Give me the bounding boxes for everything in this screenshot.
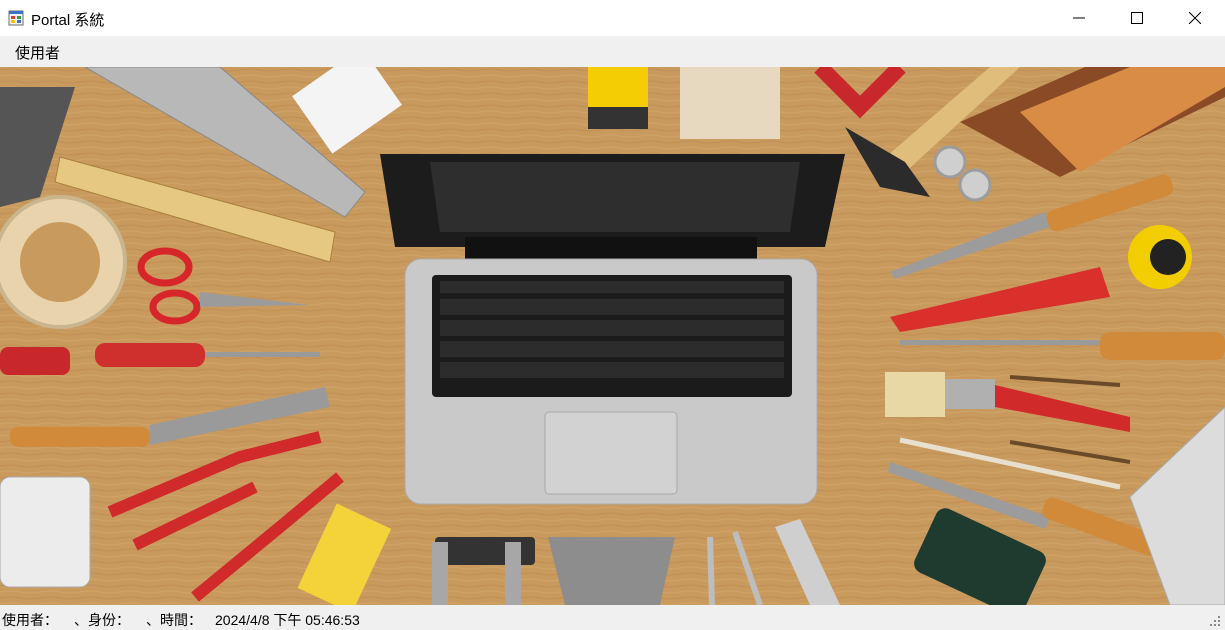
paint-brush	[680, 67, 780, 139]
menu-bar: 使用者	[0, 36, 1225, 67]
utility-box	[588, 67, 648, 107]
minimize-button[interactable]	[1050, 0, 1108, 36]
screwdriver	[0, 347, 70, 375]
status-time-value: 2024/4/8 下午 05:46:53	[215, 612, 360, 628]
status-time-label: 、時間：	[146, 612, 202, 628]
minimize-icon	[1073, 17, 1085, 19]
chisel	[10, 427, 150, 447]
status-role-label: 、身份：	[74, 612, 130, 628]
laptop-trackpad	[544, 411, 678, 495]
title-bar[interactable]: Portal 系統	[0, 0, 1225, 36]
status-bar: 使用者： 、身份： 、時間： 2024/4/8 下午 05:46:53	[0, 605, 1225, 630]
putty-knife	[548, 537, 675, 605]
background-image	[0, 67, 1225, 605]
menu-user[interactable]: 使用者	[8, 41, 67, 64]
close-button[interactable]	[1166, 0, 1224, 36]
app-window-icon	[8, 10, 24, 26]
laptop	[380, 154, 845, 505]
calculator	[0, 476, 91, 588]
maximize-icon	[1131, 12, 1143, 24]
workbench-illustration	[0, 67, 1225, 605]
status-user-label: 使用者：	[2, 612, 58, 628]
paint-brush-right	[885, 372, 945, 417]
close-icon	[1189, 12, 1201, 24]
window-title: Portal 系統	[31, 12, 105, 29]
maximize-button[interactable]	[1108, 0, 1166, 36]
screwdriver-right	[1100, 332, 1225, 360]
resize-grip-icon[interactable]	[1209, 615, 1221, 627]
